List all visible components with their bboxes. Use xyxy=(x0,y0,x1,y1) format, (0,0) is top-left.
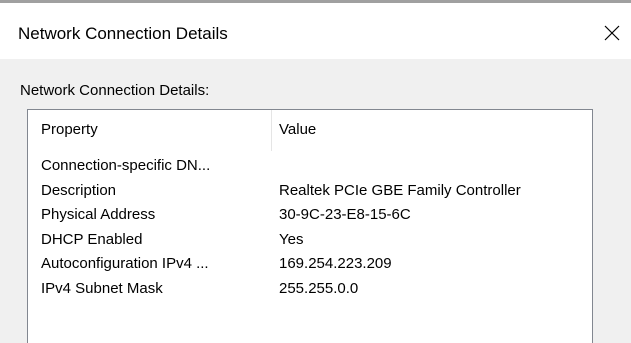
network-connection-details-dialog: Network Connection Details Network Conne… xyxy=(0,0,631,343)
window-title: Network Connection Details xyxy=(18,24,228,43)
row-property: DHCP Enabled xyxy=(41,230,143,248)
close-icon xyxy=(604,25,620,41)
details-group-label: Network Connection Details: xyxy=(20,82,210,99)
column-header-value[interactable]: Value xyxy=(279,121,316,139)
row-value: Yes xyxy=(279,230,304,248)
table-row[interactable]: IPv4 Subnet Mask 255.255.0.0 xyxy=(28,277,592,302)
table-row[interactable]: Description Realtek PCIe GBE Family Cont… xyxy=(28,179,592,204)
title-bar[interactable]: Network Connection Details xyxy=(0,3,631,59)
column-header-property[interactable]: Property xyxy=(41,121,98,139)
column-divider[interactable] xyxy=(271,110,272,151)
row-property: Autoconfiguration IPv4 ... xyxy=(41,255,209,272)
row-property: Description xyxy=(41,181,117,199)
list-header: Property Value xyxy=(28,110,592,151)
row-value: 169.254.223.209 xyxy=(279,255,392,272)
row-property: IPv4 Subnet Mask xyxy=(41,279,163,297)
row-value: 255.255.0.0 xyxy=(279,279,359,297)
table-row[interactable]: Physical Address 30-9C-23-E8-15-6C xyxy=(28,203,592,228)
dialog-body: Network Connection Details: Property Val… xyxy=(0,59,631,343)
details-list-view[interactable]: Property Value Connection-specific DN...… xyxy=(27,109,593,343)
list-rows: Connection-specific DN... Description Re… xyxy=(28,154,592,301)
close-button[interactable] xyxy=(597,15,627,51)
row-value: 30-9C-23-E8-15-6C xyxy=(279,206,411,223)
table-row[interactable]: DHCP Enabled Yes xyxy=(28,228,592,253)
table-row[interactable]: Autoconfiguration IPv4 ... 169.254.223.2… xyxy=(28,252,592,277)
table-row[interactable]: Connection-specific DN... xyxy=(28,154,592,179)
row-property: Physical Address xyxy=(41,206,156,223)
row-property: Connection-specific DN... xyxy=(41,157,211,174)
row-value: Realtek PCIe GBE Family Controller xyxy=(279,181,521,199)
